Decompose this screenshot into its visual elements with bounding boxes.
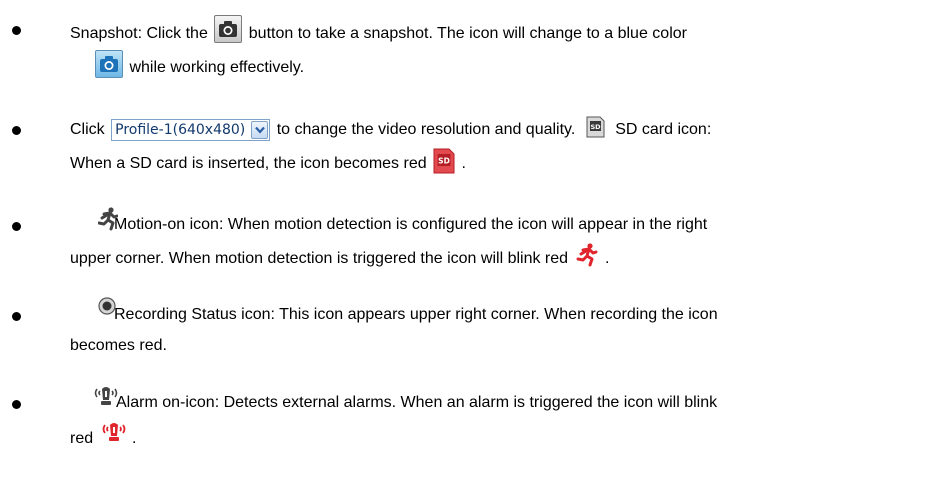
recording-text-2: becomes red. [70,337,167,354]
running-man-icon-red [575,243,599,267]
motion-text-1: Motion-on icon: When motion detection is… [114,216,708,233]
resolution-text-2: to change the video resolution and quali… [276,121,576,139]
bullet [12,400,21,409]
bullet [12,126,21,135]
sd-card-text-2: When a SD card is inserted, the icon bec… [70,155,427,173]
svg-text:SD: SD [438,157,450,166]
period: . [132,430,137,448]
chevron-down-icon[interactable] [251,121,269,139]
bullet [12,222,21,231]
profile-dropdown[interactable]: Profile-1(640x480) [111,119,271,141]
svg-text:SD: SD [590,123,601,131]
period: . [461,155,466,173]
recording-text-1: Recording Status icon: This icon appears… [114,306,718,323]
snapshot-text-1: Snapshot: Click the [70,25,208,43]
bullet [12,26,21,35]
sd-card-text-1: SD card icon: [615,121,712,139]
snapshot-text-3: while working effectively. [129,59,305,77]
sd-card-icon-red: SD [433,148,455,174]
motion-text-2: upper corner. When motion detection is t… [70,250,569,268]
sd-card-icon: SD [586,116,605,138]
alarm-text-2: red [70,430,94,448]
alarm-icon-red [100,421,128,445]
snapshot-text-2: button to take a snapshot. The icon will… [248,25,687,43]
camera-icon-blue [95,50,123,78]
resolution-text-1: Click [70,121,105,139]
camera-icon [214,15,243,43]
period: . [604,250,610,268]
profile-dropdown-value: Profile-1(640x480) [115,122,246,138]
bullet [12,312,21,321]
alarm-text-1: Alarm on-icon: Detects external alarms. … [116,394,718,411]
